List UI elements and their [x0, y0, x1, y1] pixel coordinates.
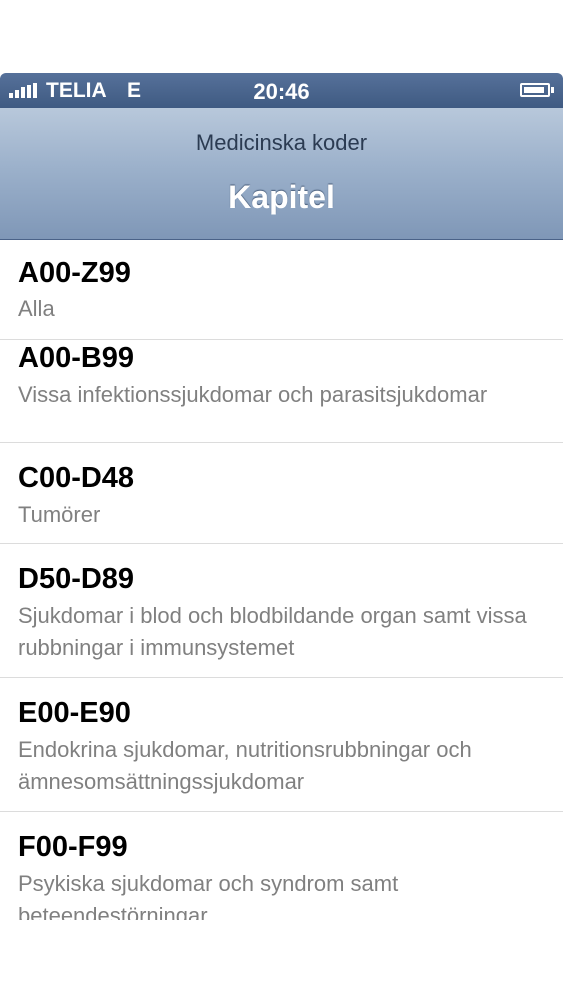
list-item[interactable]: E00-E90 Endokrina sjukdomar, nutritionsr…: [0, 678, 563, 812]
page-title: Kapitel: [228, 179, 335, 215]
chapter-code: F00-F99: [18, 831, 128, 863]
chapter-code: C00-D48: [18, 462, 135, 494]
chapter-code: E00-E90: [18, 697, 131, 729]
list-item[interactable]: A00-B99 Vissa infektionssjukdomar och pa…: [0, 340, 563, 443]
chapter-description: Tumörer: [18, 502, 101, 527]
chapter-description: Alla: [18, 296, 55, 321]
chapter-list[interactable]: A00-Z99 Alla A00-B99 Vissa infektionssju…: [0, 240, 563, 920]
chapter-code: D50-D89: [18, 563, 135, 595]
navigation-bar: Medicinska koder Kapitel: [0, 108, 563, 240]
list-item[interactable]: F00-F99 Psykiska sjukdomar och syndrom s…: [0, 812, 563, 920]
battery-tip: [551, 87, 554, 93]
chapter-code: A00-B99: [18, 342, 135, 374]
chapter-description: Vissa infektionssjukdomar och parasitsju…: [18, 382, 488, 407]
chapter-description: Sjukdomar i blod och blodbildande organ …: [18, 603, 527, 660]
chapter-code: A00-Z99: [18, 257, 131, 289]
list-item[interactable]: A00-Z99 Alla: [0, 240, 563, 340]
clock: 20:46: [253, 79, 310, 104]
status-bar: TELIA E 20:46: [0, 73, 563, 108]
list-item[interactable]: D50-D89 Sjukdomar i blod och blodbildand…: [0, 544, 563, 678]
chapter-description: Endokrina sjukdomar, nutritionsrubbninga…: [18, 737, 472, 794]
chapter-description: Psykiska sjukdomar och syndrom samt bete…: [18, 871, 399, 920]
app-screen: TELIA E 20:46 Medicinska koder Kapitel A…: [0, 73, 563, 920]
battery-icon: [520, 83, 550, 97]
list-item[interactable]: C00-D48 Tumörer: [0, 443, 563, 544]
nav-prompt: Medicinska koder: [195, 130, 368, 155]
